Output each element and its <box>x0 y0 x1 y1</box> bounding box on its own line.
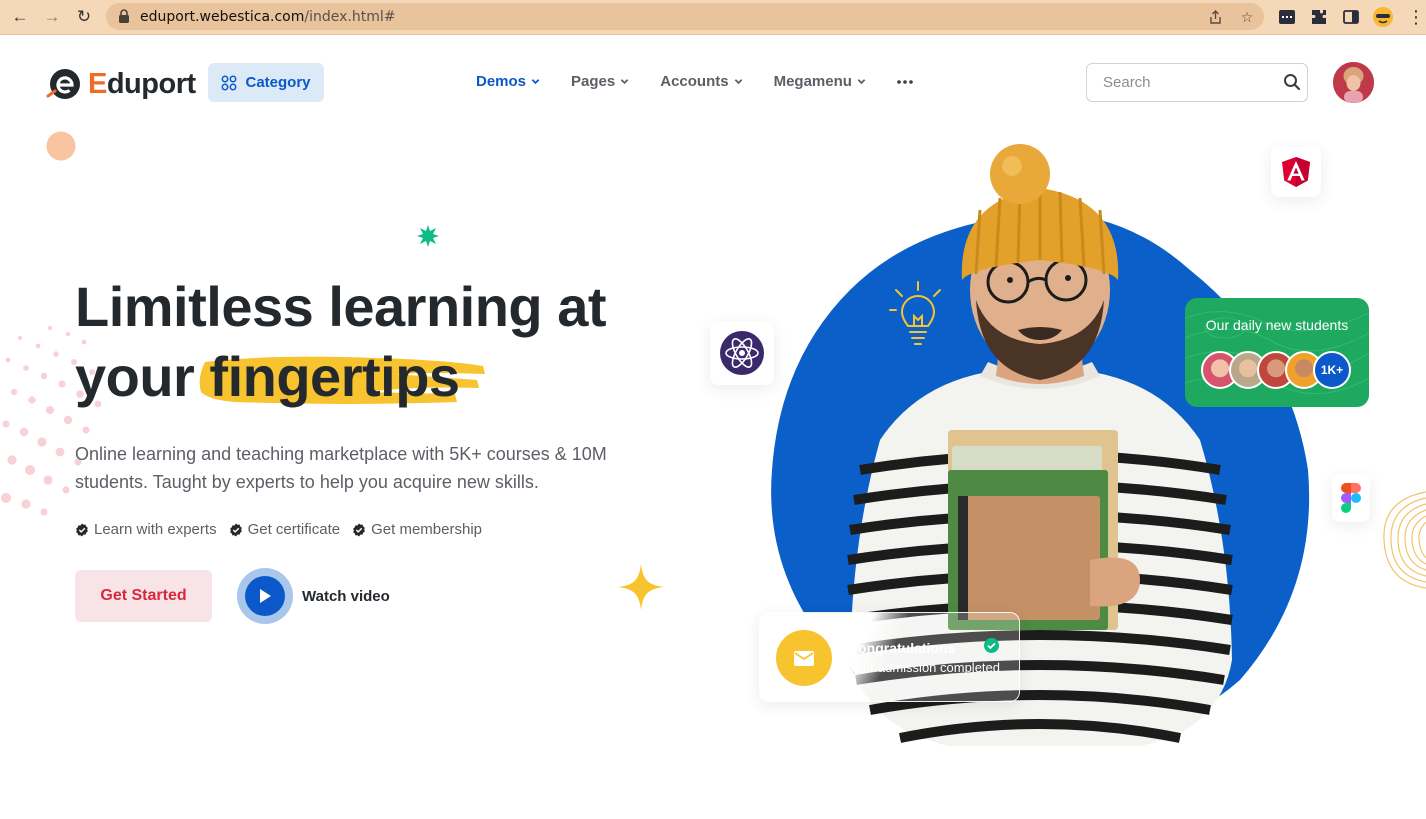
watch-video-button[interactable]: Watch video <box>237 568 390 624</box>
search-box <box>1086 63 1308 102</box>
nav-label: Megamenu <box>773 73 852 90</box>
check-badge-icon <box>353 523 365 536</box>
student-avatars: 1K+ <box>1201 351 1351 389</box>
play-button[interactable] <box>237 568 293 624</box>
category-button[interactable]: Category <box>208 63 324 102</box>
extension-icon[interactable] <box>1276 6 1298 28</box>
feature-label: Get membership <box>371 521 482 538</box>
category-label: Category <box>245 74 311 91</box>
gold-lines-decoration <box>1383 491 1426 589</box>
play-icon <box>260 589 271 603</box>
url-text: eduport.webestica.com/index.html# <box>140 9 396 25</box>
chevron-down-icon <box>857 79 866 85</box>
lock-icon <box>119 9 129 23</box>
chevron-down-icon <box>620 79 629 85</box>
daily-students-card: Our daily new students 1K+ <box>1185 298 1369 407</box>
user-avatar[interactable] <box>1333 62 1374 103</box>
student-count-badge: 1K+ <box>1313 351 1351 389</box>
hero-title-highlight: fingertips <box>209 345 460 408</box>
hero-title: Limitless learning at your fingertips <box>75 272 607 412</box>
site-logo[interactable]: Eduport <box>46 66 196 102</box>
share-icon[interactable] <box>1206 8 1224 26</box>
feature-list: Learn with experts Get certificate Get m… <box>75 521 482 538</box>
watch-video-label: Watch video <box>302 587 390 605</box>
check-circle-icon <box>984 638 999 653</box>
search-input[interactable] <box>1087 64 1277 101</box>
envelope-icon <box>794 650 814 666</box>
green-starburst-decoration <box>417 225 439 247</box>
reload-icon[interactable]: ↻ <box>72 5 96 29</box>
congrats-title: Congratulations <box>848 640 956 656</box>
feature-item: Learn with experts <box>75 521 217 538</box>
chevron-down-icon <box>531 79 540 85</box>
nav-item-accounts[interactable]: Accounts <box>660 73 742 90</box>
nav-label: Accounts <box>660 73 729 90</box>
congratulations-card: Congratulations Your admission completed <box>759 612 1020 702</box>
search-icon[interactable] <box>1283 73 1301 91</box>
address-bar[interactable]: eduport.webestica.com/index.html# ☆ <box>106 3 1264 30</box>
figma-icon <box>1341 483 1361 513</box>
eduport-logo-icon <box>46 69 80 99</box>
figma-badge <box>1332 474 1370 522</box>
science-badge <box>710 321 774 385</box>
nav-label: Demos <box>476 73 527 90</box>
congrats-subtitle: Your admission completed <box>848 660 1000 675</box>
nav-item-pages[interactable]: Pages <box>571 73 629 90</box>
hero-description: Online learning and teaching marketplace… <box>75 444 607 492</box>
atom-icon <box>720 331 764 375</box>
menu-kebab-icon[interactable]: ⋮ <box>1404 5 1426 29</box>
peach-dot-decoration <box>46 131 76 161</box>
check-badge-icon <box>229 523 242 536</box>
avatar-portrait-icon <box>1333 62 1374 103</box>
feature-label: Learn with experts <box>94 521 217 538</box>
puzzle-icon[interactable] <box>1308 6 1330 28</box>
daily-students-title: Our daily new students <box>1205 317 1349 333</box>
back-icon[interactable]: ← <box>8 5 32 29</box>
angular-icon <box>1282 157 1310 187</box>
get-started-button[interactable]: Get Started <box>75 570 212 622</box>
feature-label: Get certificate <box>247 521 341 538</box>
nav-item-demos[interactable]: Demos <box>476 73 540 90</box>
play-circle <box>245 576 285 616</box>
mail-badge <box>776 630 832 686</box>
chevron-down-icon <box>734 79 742 85</box>
bookmark-star-icon[interactable]: ☆ <box>1238 8 1256 26</box>
nav-more[interactable] <box>897 79 913 84</box>
logo-wordmark: Eduport <box>88 67 196 100</box>
check-badge-icon <box>76 523 88 536</box>
main-nav: Demos Pages Accounts Megamenu <box>476 73 944 90</box>
hero-title-line1: Limitless learning at <box>75 275 607 338</box>
angular-badge <box>1271 147 1321 197</box>
nav-item-megamenu[interactable]: Megamenu <box>774 73 866 90</box>
nav-label: Pages <box>571 73 616 90</box>
grid-icon <box>222 75 237 90</box>
feature-item: Get certificate <box>229 521 341 538</box>
hero-title-prefix: your <box>75 345 195 408</box>
forward-icon[interactable]: → <box>40 5 64 29</box>
ellipsis-icon <box>897 79 913 84</box>
browser-toolbar: ← → ↻ eduport.webestica.com/index.html# … <box>0 0 1426 35</box>
yellow-sparkle-decoration <box>618 564 664 610</box>
sidepanel-icon[interactable] <box>1340 6 1362 28</box>
profile-icon[interactable] <box>1372 6 1394 28</box>
hero-title-line2: your fingertips <box>75 342 606 412</box>
feature-item: Get membership <box>352 521 482 538</box>
